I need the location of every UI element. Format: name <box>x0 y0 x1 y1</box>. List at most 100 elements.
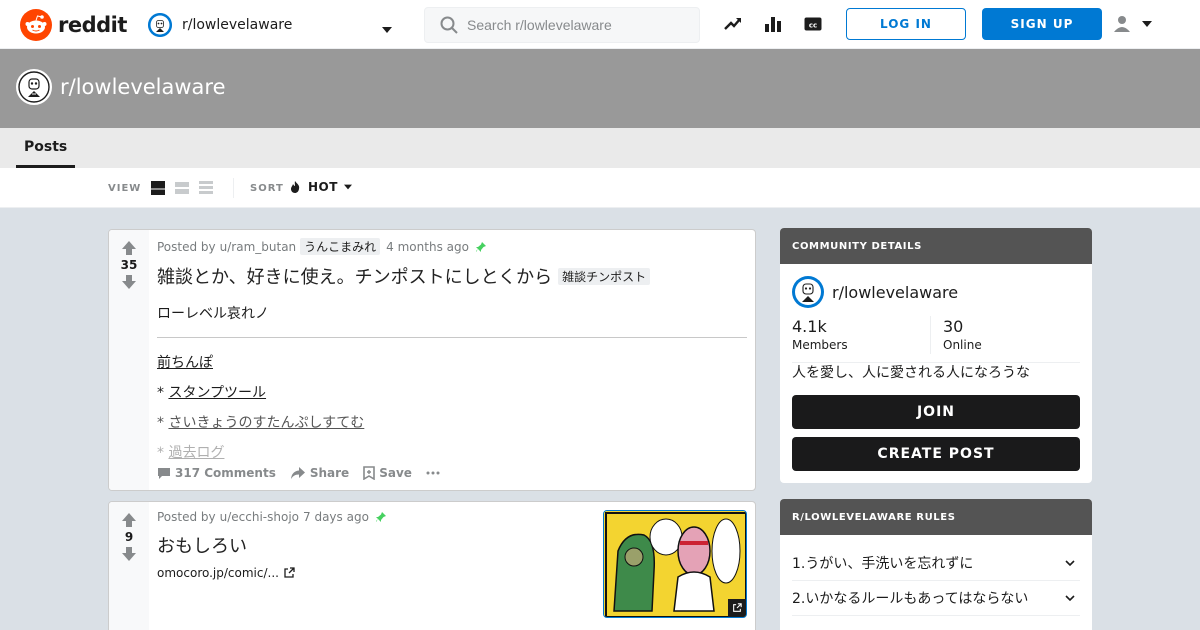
post-author[interactable]: u/ram_butan <box>220 240 297 254</box>
save-button[interactable]: Save <box>363 466 412 480</box>
pin-icon <box>375 512 386 522</box>
post-title-text: 雑談とか、好きに使え。チンポストにしとくから <box>157 267 553 288</box>
external-link-icon <box>284 567 295 578</box>
community-selector[interactable]: r/lowlevelaware <box>144 9 404 41</box>
bullet: * <box>157 445 164 461</box>
signup-button[interactable]: SIGN UP <box>982 8 1102 40</box>
community-avatar <box>792 276 824 308</box>
more-dots-icon <box>426 471 440 475</box>
compact-view-icon[interactable] <box>198 180 214 196</box>
vote-column: 35 <box>109 230 149 490</box>
share-button[interactable]: Share <box>290 466 349 480</box>
bullet: * <box>157 415 164 431</box>
post-domain: omocoro.jp/comic/... <box>157 566 279 580</box>
share-label: Share <box>309 466 350 480</box>
reddit-snoo-icon <box>20 9 52 41</box>
upvote-icon[interactable] <box>121 512 137 528</box>
vote-score: 35 <box>120 258 138 272</box>
post-title[interactable]: おもしろい <box>157 532 595 558</box>
community-selector-label: r/lowlevelaware <box>182 17 293 33</box>
horizontal-rule <box>157 337 747 338</box>
trending-icon[interactable] <box>722 13 744 35</box>
post-domain-link[interactable]: omocoro.jp/comic/... <box>157 566 595 580</box>
view-label: VIEW <box>108 183 142 194</box>
more-options-button[interactable] <box>426 471 440 475</box>
comments-count: 317 Comments <box>175 466 276 480</box>
rule-item[interactable]: 2.いかなるルールもあってはならない <box>792 581 1080 616</box>
community-description: 人を愛し、人に愛される人になろうな <box>792 365 1030 381</box>
members-label: Members <box>792 338 848 352</box>
upvote-icon[interactable] <box>121 240 137 256</box>
tab-posts[interactable]: Posts <box>16 128 76 168</box>
community-avatar <box>148 13 172 37</box>
sort-dropdown[interactable]: HOT <box>288 180 352 194</box>
post-flair[interactable]: 雑談チンポスト <box>558 267 651 285</box>
post-card[interactable]: 9 Posted by u/ecchi-shojo 7 days ago おもし… <box>108 501 756 630</box>
post-time[interactable]: 4 months ago <box>386 240 469 254</box>
rules-header: R/LOWLEVELAWARE RULES <box>780 499 1092 535</box>
share-icon <box>290 467 305 479</box>
post-time[interactable]: 7 days ago <box>303 510 369 524</box>
post-content: Posted by u/ecchi-shojo 7 days ago おもしろい… <box>157 510 595 580</box>
link-prev-post[interactable]: 前ちんぽ <box>157 355 213 371</box>
bullet: * <box>157 385 164 401</box>
online-stat: 30 Online <box>943 317 982 352</box>
comment-icon <box>158 468 170 479</box>
post-content: Posted by u/ram_butan うんこまみれ 4 months ag… <box>157 238 747 462</box>
post-link-row: 前ちんぽ <box>157 352 747 372</box>
post-title[interactable]: 雑談とか、好きに使え。チンポストにしとくから 雑談チンポスト <box>157 263 747 289</box>
post-title-text: おもしろい <box>157 536 247 557</box>
posted-by-label: Posted by <box>157 510 216 524</box>
classic-view-icon[interactable] <box>174 180 190 196</box>
user-menu[interactable] <box>1112 13 1162 35</box>
post-author[interactable]: u/ecchi-shojo <box>220 510 299 524</box>
post-meta: Posted by u/ram_butan うんこまみれ 4 months ag… <box>157 238 747 255</box>
link-stamp-tool[interactable]: スタンプツール <box>168 385 266 401</box>
sort-label: SORT <box>250 183 284 194</box>
sort-value: HOT <box>308 180 338 194</box>
create-post-button[interactable]: CREATE POST <box>792 437 1080 471</box>
downvote-icon[interactable] <box>121 274 137 290</box>
community-name[interactable]: r/lowlevelaware <box>832 283 958 302</box>
chevron-down-icon <box>1065 560 1075 567</box>
divider <box>930 316 931 354</box>
community-title: r/lowlevelaware <box>60 75 226 99</box>
community-details-header: COMMUNITY DETAILS <box>780 228 1092 264</box>
link-past-logs[interactable]: 過去ログ <box>168 445 224 461</box>
chevron-down-icon <box>382 20 392 39</box>
top-header: reddit r/lowlevelaware cc <box>0 0 1200 49</box>
join-button[interactable]: JOIN <box>792 395 1080 429</box>
login-button[interactable]: LOG IN <box>846 8 966 40</box>
divider <box>233 178 234 198</box>
downvote-icon[interactable] <box>121 546 137 562</box>
rule-item[interactable]: 1.うがい、手洗いを忘れずに <box>792 546 1080 581</box>
community-avatar-large <box>16 69 52 105</box>
card-view-icon[interactable] <box>150 180 166 196</box>
post-link-row: * さいきょうのすたんぷしすてむ <box>157 412 747 432</box>
search-input[interactable] <box>467 17 687 33</box>
members-stat: 4.1k Members <box>792 317 848 352</box>
post-link-row: * スタンプツール <box>157 382 747 402</box>
link-stamp-system[interactable]: さいきょうのすたんぷしすてむ <box>168 415 364 431</box>
save-bookmark-icon <box>363 466 376 480</box>
vote-score: 9 <box>124 530 134 544</box>
leaderboard-icon[interactable] <box>762 13 784 35</box>
community-tabs: Posts <box>0 128 1200 168</box>
user-flair: うんこまみれ <box>300 238 381 255</box>
community-details-card: COMMUNITY DETAILS r/lowlevelaware 4.1k M… <box>780 228 1092 483</box>
comments-button[interactable]: 317 Comments <box>157 466 276 480</box>
svg-text:cc: cc <box>809 22 817 30</box>
posted-by-label: Posted by <box>157 239 216 254</box>
external-link-icon <box>733 603 742 612</box>
closed-caption-icon[interactable]: cc <box>802 13 824 35</box>
reddit-logo[interactable]: reddit <box>20 9 127 41</box>
pin-icon <box>475 241 486 252</box>
chevron-down-icon <box>343 184 352 190</box>
search-bar[interactable] <box>424 7 700 43</box>
post-thumbnail[interactable] <box>603 510 747 618</box>
community-banner: r/lowlevelaware <box>0 49 1200 128</box>
online-label: Online <box>943 338 982 352</box>
rule-label: 2.いかなるルールもあってはならない <box>792 591 1029 607</box>
post-link-row: * 過去ログ <box>157 442 747 462</box>
post-card[interactable]: 35 Posted by u/ram_butan うんこまみれ 4 months… <box>108 229 756 491</box>
